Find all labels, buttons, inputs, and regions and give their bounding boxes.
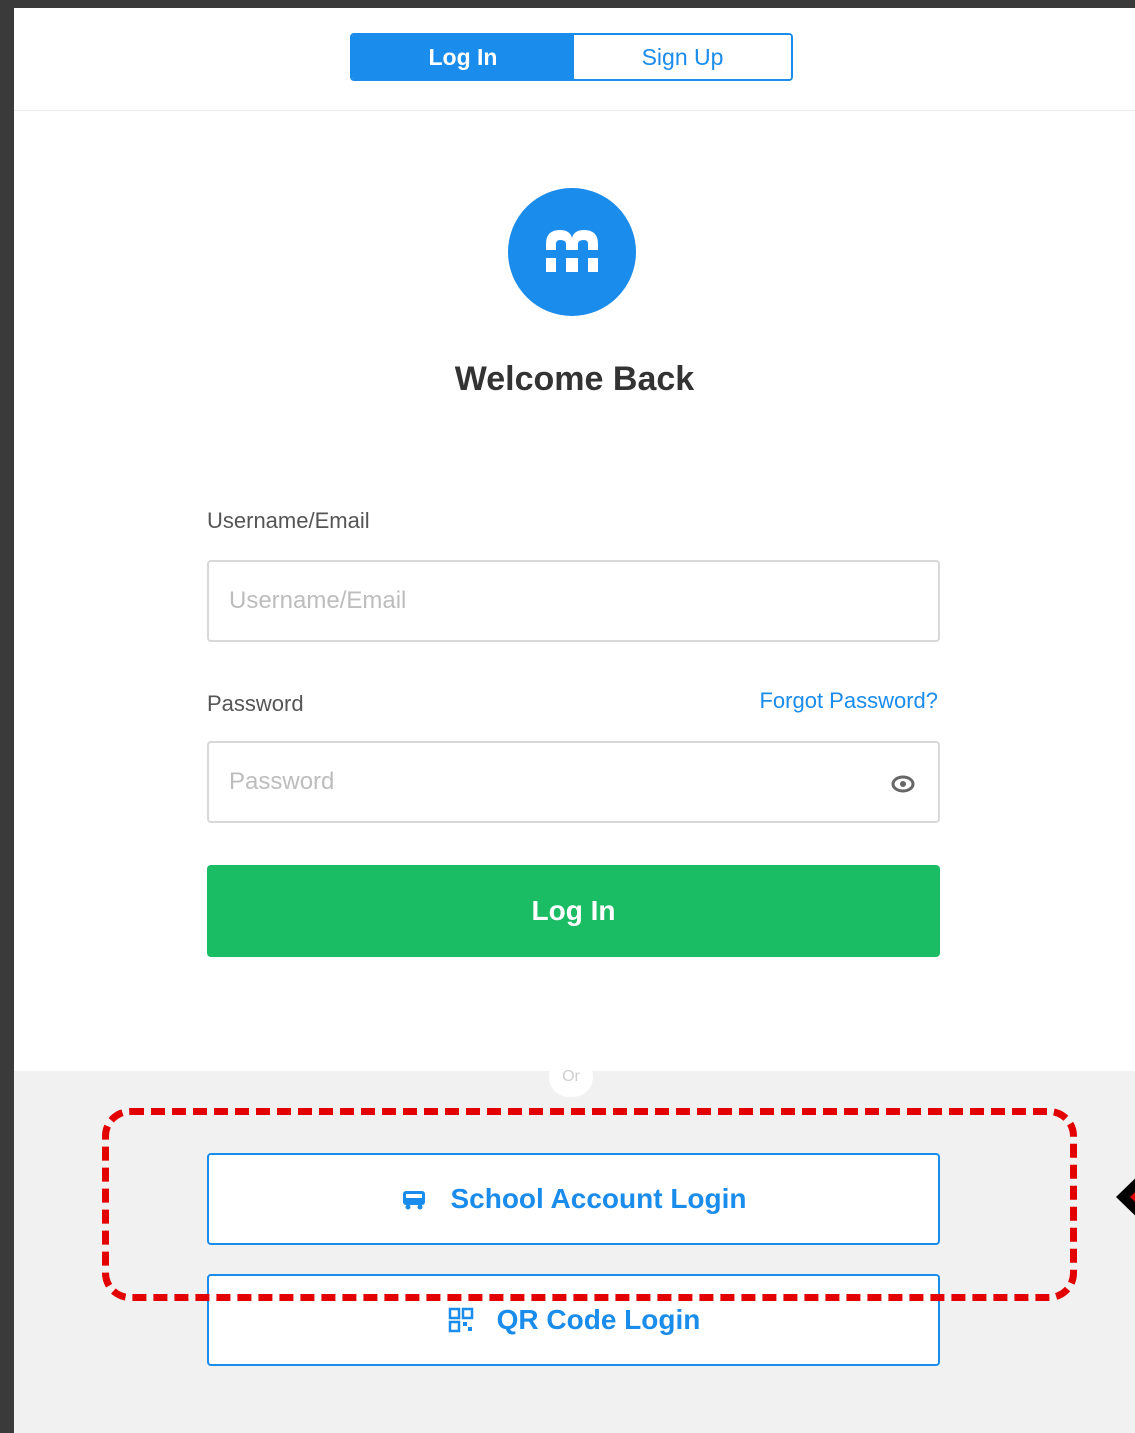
password-field-box — [207, 741, 940, 823]
school-account-login-button[interactable]: School Account Login — [207, 1153, 940, 1245]
m-logo-icon — [508, 188, 636, 316]
tab-sign-up[interactable]: Sign Up — [574, 35, 791, 79]
school-account-login-label: School Account Login — [450, 1183, 747, 1214]
username-label: Username/Email — [207, 508, 370, 533]
qr-code-icon — [448, 1307, 473, 1333]
login-page: Log In Sign Up Welcome Back Username/Ema… — [14, 8, 1135, 1433]
log-in-button[interactable]: Log In — [207, 865, 940, 957]
top-bar: Log In Sign Up — [14, 8, 1135, 111]
pointer-arrow-icon — [1116, 1178, 1135, 1216]
username-field-box — [207, 560, 940, 642]
school-bus-icon — [403, 1191, 426, 1210]
forgot-password-link[interactable]: Forgot Password? — [759, 688, 938, 714]
password-label: Password — [207, 691, 304, 716]
alternate-login-section — [14, 1071, 1135, 1433]
qr-code-login-label: QR Code Login — [496, 1304, 701, 1335]
password-input[interactable] — [209, 743, 938, 821]
username-input[interactable] — [209, 562, 938, 640]
welcome-heading: Welcome Back — [454, 360, 695, 398]
auth-tab-switch: Log In Sign Up — [350, 33, 793, 81]
eye-icon[interactable] — [890, 771, 916, 797]
tab-log-in[interactable]: Log In — [352, 35, 574, 79]
qr-code-login-button[interactable]: QR Code Login — [207, 1274, 940, 1366]
or-divider: Or — [549, 1057, 593, 1097]
